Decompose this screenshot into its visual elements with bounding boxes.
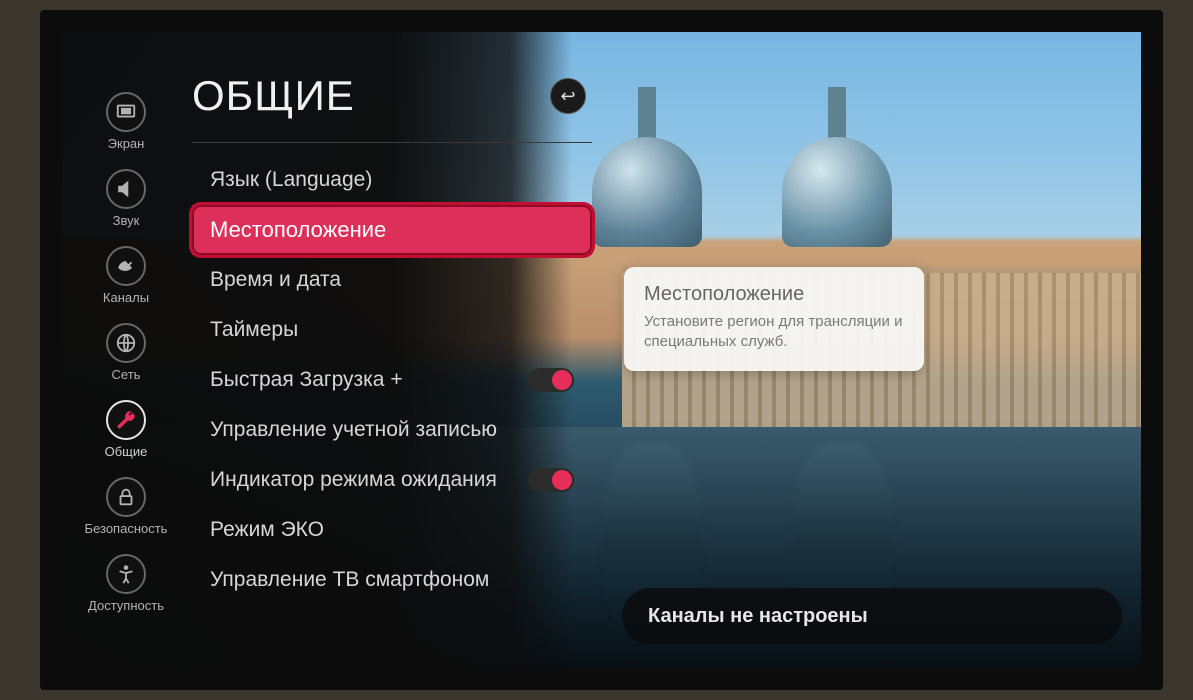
menu-item-label: Местоположение bbox=[210, 217, 386, 243]
globe-icon bbox=[106, 323, 146, 363]
sidebar-item-screen[interactable]: Экран bbox=[76, 92, 176, 151]
sidebar-item-label: Звук bbox=[113, 213, 140, 228]
settings-sidebar: Экран Звук Каналы Сеть bbox=[76, 92, 176, 658]
sidebar-item-label: Общие bbox=[105, 444, 148, 459]
menu-item-standby-led[interactable]: Индикатор режима ожидания bbox=[192, 455, 592, 505]
menu-item-label: Управление учетной записью bbox=[210, 418, 497, 442]
lock-icon bbox=[106, 477, 146, 517]
speaker-icon bbox=[106, 169, 146, 209]
menu-item-label: Индикатор режима ожидания bbox=[210, 468, 497, 492]
sidebar-item-label: Каналы bbox=[103, 290, 149, 305]
sidebar-item-sound[interactable]: Звук bbox=[76, 169, 176, 228]
settings-menu-list: Язык (Language) Местоположение Время и д… bbox=[192, 155, 592, 605]
menu-item-label: Быстрая Загрузка + bbox=[210, 368, 403, 392]
sidebar-item-label: Экран bbox=[108, 136, 145, 151]
menu-item-eco[interactable]: Режим ЭКО bbox=[192, 505, 592, 555]
menu-item-label: Язык (Language) bbox=[210, 168, 372, 192]
menu-item-tv-phone[interactable]: Управление ТВ смартфоном bbox=[192, 555, 592, 605]
sidebar-item-label: Безопасность bbox=[85, 521, 168, 536]
menu-item-label: Таймеры bbox=[210, 318, 298, 342]
main-header: ОБЩИЕ ↩ bbox=[192, 72, 592, 120]
sidebar-item-channels[interactable]: Каналы bbox=[76, 246, 176, 305]
sidebar-item-label: Доступность bbox=[88, 598, 164, 613]
description-card: Местоположение Установите регион для тра… bbox=[624, 267, 924, 371]
satellite-dish-icon bbox=[106, 246, 146, 286]
description-title: Местоположение bbox=[644, 283, 904, 306]
page-title: ОБЩИЕ bbox=[192, 72, 355, 120]
menu-item-location[interactable]: Местоположение bbox=[192, 205, 592, 255]
sidebar-item-accessibility[interactable]: Доступность bbox=[76, 554, 176, 613]
settings-main: ОБЩИЕ ↩ Язык (Language) Местоположение В… bbox=[192, 72, 592, 605]
menu-item-label: Время и дата bbox=[210, 268, 341, 292]
menu-item-label: Режим ЭКО bbox=[210, 518, 324, 542]
wrench-icon bbox=[106, 400, 146, 440]
divider bbox=[192, 142, 592, 143]
menu-item-account[interactable]: Управление учетной записью bbox=[192, 405, 592, 455]
sidebar-item-network[interactable]: Сеть bbox=[76, 323, 176, 382]
sidebar-item-general[interactable]: Общие bbox=[76, 400, 176, 459]
tv-frame: Экран Звук Каналы Сеть bbox=[40, 10, 1163, 690]
channel-status-pill: Каналы не настроены bbox=[622, 588, 1122, 644]
menu-item-datetime[interactable]: Время и дата bbox=[192, 255, 592, 305]
menu-item-timers[interactable]: Таймеры bbox=[192, 305, 592, 355]
menu-item-language[interactable]: Язык (Language) bbox=[192, 155, 592, 205]
accessibility-icon bbox=[106, 554, 146, 594]
channel-status-text: Каналы не настроены bbox=[648, 605, 868, 628]
wallpaper-detail bbox=[782, 137, 892, 247]
sidebar-item-security[interactable]: Безопасность bbox=[76, 477, 176, 536]
back-button[interactable]: ↩ bbox=[550, 78, 586, 114]
sidebar-item-label: Сеть bbox=[112, 367, 141, 382]
description-body: Установите регион для трансляции и специ… bbox=[644, 312, 904, 351]
wallpaper-detail bbox=[592, 137, 702, 247]
menu-item-quickstart[interactable]: Быстрая Загрузка + bbox=[192, 355, 592, 405]
display-icon bbox=[106, 92, 146, 132]
back-arrow-icon: ↩ bbox=[560, 86, 575, 107]
toggle-quickstart[interactable] bbox=[528, 368, 574, 392]
toggle-standby-led[interactable] bbox=[528, 468, 574, 492]
screen: Экран Звук Каналы Сеть bbox=[62, 32, 1141, 668]
menu-item-label: Управление ТВ смартфоном bbox=[210, 568, 489, 592]
